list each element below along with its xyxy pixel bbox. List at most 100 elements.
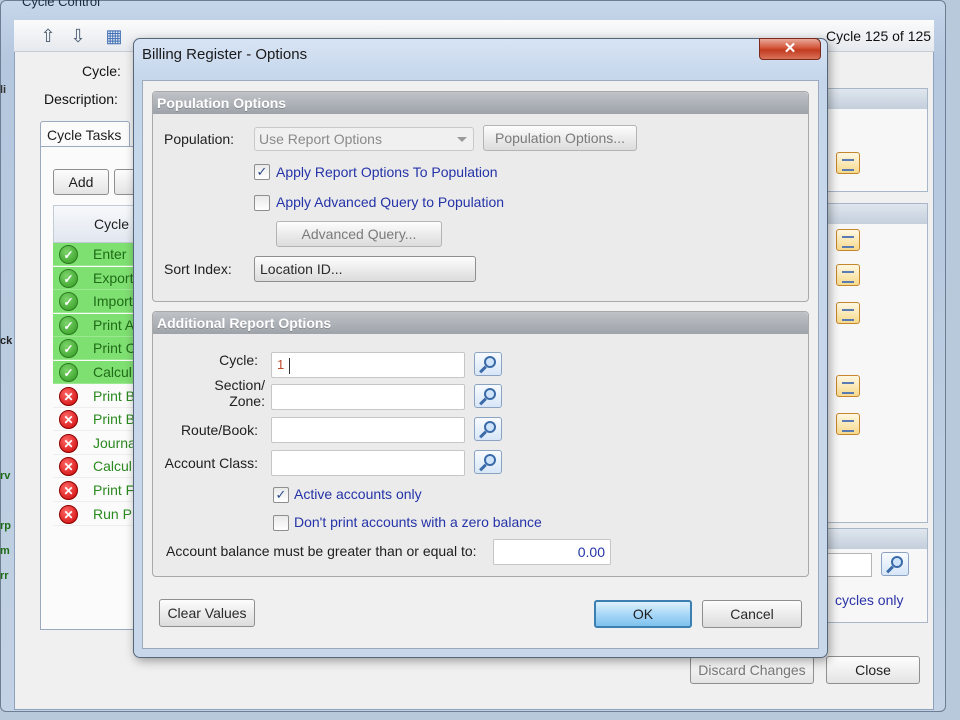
route-book-label: Route/Book:: [180, 422, 258, 438]
ok-button[interactable]: OK: [594, 600, 692, 628]
task-row[interactable]: ✓ Print C: [53, 337, 143, 361]
dialog-close-button[interactable]: ✕: [759, 38, 821, 60]
arrow-up-icon[interactable]: ⇧: [38, 26, 58, 46]
left-edge-fragment: li: [0, 84, 7, 96]
check-circle-icon: ✓: [59, 245, 78, 264]
report-icon[interactable]: [836, 302, 860, 324]
section-zone-label: Section/ Zone:: [160, 377, 265, 409]
error-circle-icon: ✕: [59, 481, 78, 500]
report-icon[interactable]: [836, 152, 860, 174]
description-label: Description:: [44, 91, 118, 107]
task-row[interactable]: ✓ Enter: [53, 243, 143, 266]
report-icon[interactable]: [836, 229, 860, 251]
check-circle-icon: ✓: [59, 292, 78, 312]
apply-report-options-label[interactable]: Apply Report Options To Population: [276, 164, 498, 180]
task-row[interactable]: ✕ Journa: [53, 431, 143, 455]
population-select-value: Use Report Options: [259, 131, 382, 147]
task-label: Print A: [93, 316, 135, 333]
grid-view-icon[interactable]: ▦: [104, 26, 124, 46]
cycle-lookup-button[interactable]: [474, 352, 502, 376]
task-row[interactable]: ✕ Print B: [53, 384, 143, 408]
population-label: Population:: [164, 131, 235, 147]
route-book-lookup-button[interactable]: [474, 417, 502, 441]
chevron-down-icon: [457, 137, 467, 142]
population-select[interactable]: Use Report Options: [254, 127, 474, 151]
error-circle-icon: ✕: [59, 457, 78, 477]
balance-threshold-label: Account balance must be greater than or …: [166, 543, 477, 559]
right-group: [826, 203, 928, 523]
right-group: [826, 88, 928, 192]
apply-report-options-checkbox[interactable]: ✓: [254, 164, 270, 180]
task-row[interactable]: ✓ Export: [53, 266, 143, 290]
report-icon[interactable]: [836, 264, 860, 286]
task-row[interactable]: ✕ Calcul: [53, 455, 143, 479]
left-edge-fragment: m: [0, 545, 10, 557]
task-row[interactable]: ✓ Print A: [53, 313, 143, 337]
apply-advanced-query-checkbox[interactable]: [254, 195, 270, 211]
error-circle-icon: ✕: [59, 504, 78, 524]
task-row[interactable]: ✕ Print B: [53, 408, 143, 432]
task-label: Print C: [93, 340, 136, 357]
cycle-label: Cycle:: [82, 63, 121, 79]
task-row[interactable]: ✕ Print F: [53, 479, 143, 502]
add-task-button[interactable]: Add: [53, 169, 109, 195]
account-class-input[interactable]: [271, 450, 465, 476]
close-button[interactable]: Close: [826, 656, 920, 684]
cycles-only-label[interactable]: cycles only: [835, 592, 903, 608]
grid-header-cycle: Cycle: [94, 216, 130, 232]
section-zone-label-line1: Section/: [214, 377, 265, 393]
arrow-down-icon[interactable]: ⇩: [68, 26, 88, 46]
left-edge-fragment: ck: [0, 335, 13, 347]
no-zero-balance-checkbox[interactable]: [273, 515, 289, 531]
cycle-field-label: Cycle:: [219, 352, 258, 368]
search-button[interactable]: [881, 552, 909, 576]
population-options-button[interactable]: Population Options...: [483, 125, 637, 151]
left-edge-fragment: rp: [0, 520, 11, 532]
no-zero-balance-label[interactable]: Don't print accounts with a zero balance: [294, 514, 542, 530]
active-accounts-only-label[interactable]: Active accounts only: [294, 486, 422, 502]
group-header: [827, 529, 927, 549]
clear-values-button[interactable]: Clear Values: [159, 599, 255, 627]
account-class-label: Account Class:: [164, 455, 258, 471]
report-icon[interactable]: [836, 413, 860, 435]
task-label: Import: [93, 293, 133, 310]
error-circle-icon: ✕: [59, 410, 78, 430]
apply-advanced-query-label[interactable]: Apply Advanced Query to Population: [276, 194, 504, 210]
tab-cycle-tasks[interactable]: Cycle Tasks: [40, 121, 130, 147]
text-cursor: [289, 358, 290, 374]
task-label: Enter: [93, 246, 127, 262]
group-header: [827, 204, 927, 224]
check-circle-icon: ✓: [59, 315, 78, 335]
section-zone-input[interactable]: [271, 384, 465, 410]
additional-report-options-header: Additional Report Options: [153, 312, 808, 334]
task-row[interactable]: ✓ Calcul: [53, 361, 143, 384]
sort-index-button[interactable]: Location ID...: [254, 256, 476, 282]
active-accounts-only-checkbox[interactable]: ✓: [273, 487, 289, 503]
dialog-title: Billing Register - Options: [142, 46, 308, 63]
task-label: Print B: [93, 411, 136, 428]
section-zone-lookup-button[interactable]: [474, 384, 502, 408]
cancel-button[interactable]: Cancel: [702, 600, 802, 628]
group-header: [827, 89, 927, 109]
task-label: Print F: [93, 482, 135, 498]
close-icon: ✕: [783, 40, 797, 57]
cycle-input[interactable]: 1: [271, 352, 465, 378]
task-row[interactable]: ✓ Import: [53, 290, 143, 314]
account-class-lookup-button[interactable]: [474, 450, 502, 474]
check-circle-icon: ✓: [59, 363, 78, 382]
task-row[interactable]: ✕ Run P: [53, 502, 143, 526]
additional-report-options-group: Additional Report Options: [152, 311, 809, 577]
discard-changes-button[interactable]: Discard Changes: [690, 656, 814, 684]
section-zone-label-line2: Zone:: [229, 393, 265, 409]
left-edge-fragment: rv: [0, 470, 11, 482]
balance-threshold-input[interactable]: 0.00: [493, 539, 611, 565]
check-circle-icon: ✓: [59, 268, 78, 288]
report-icon[interactable]: [836, 375, 860, 397]
cycle-counter: Cycle 125 of 125: [826, 28, 932, 44]
advanced-query-button[interactable]: Advanced Query...: [276, 221, 442, 247]
left-edge-fragment: rr: [0, 570, 9, 582]
error-circle-icon: ✕: [59, 386, 78, 406]
route-book-input[interactable]: [271, 417, 465, 443]
task-label: Journa: [93, 434, 136, 451]
task-label: Calcul: [93, 364, 132, 380]
